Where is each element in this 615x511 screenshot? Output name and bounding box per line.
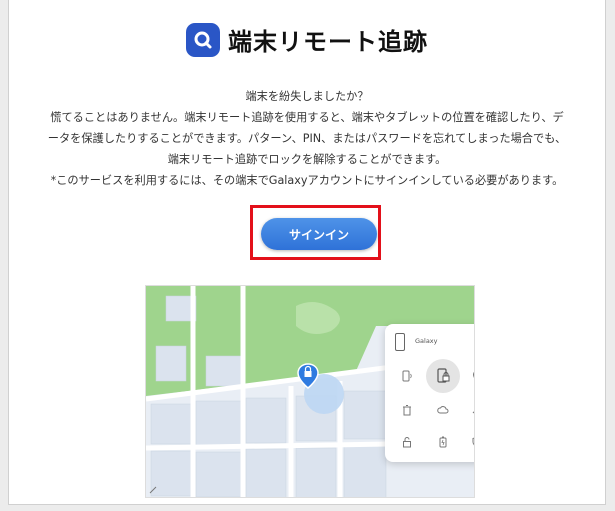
location-icon[interactable]	[467, 366, 474, 386]
lock-icon[interactable]	[426, 359, 460, 393]
erase-icon[interactable]	[397, 400, 417, 420]
track-icon[interactable]	[467, 400, 474, 420]
page: 端末リモート追跡 端末を紛失しましたか？ 慌てることはありません。端末リモート追…	[8, 0, 606, 505]
shield-icon[interactable]	[467, 432, 474, 452]
battery-icon[interactable]	[433, 432, 453, 452]
description-line: ータを保護したりすることができます。パターン、PIN、またはパスワードを忘れてし…	[47, 132, 567, 145]
description-note: *このサービスを利用するには、その端末でGalaxyアカウントにサインインしてい…	[50, 174, 564, 187]
page-title: 端末リモート追跡	[228, 28, 428, 56]
unlock-icon[interactable]	[397, 432, 417, 452]
description: 端末を紛失しましたか？ 慌てることはありません。端末リモート追跡を使用すると、端…	[9, 86, 605, 191]
map-illustration: Galaxy	[145, 285, 475, 498]
device-panel: Galaxy	[385, 324, 474, 462]
phone-icon	[395, 333, 405, 351]
action-grid	[385, 358, 474, 458]
signin-button[interactable]: サインイン	[261, 218, 377, 250]
resize-handle-icon	[149, 486, 157, 494]
header: 端末リモート追跡	[9, 22, 605, 57]
backup-icon[interactable]	[433, 400, 453, 420]
description-line: 端末リモート追跡でロックを解除することができます。	[167, 153, 447, 166]
description-line: 慌てることはありません。端末リモート追跡を使用すると、端末やタブレットの位置を確…	[50, 111, 564, 124]
search-app-icon	[186, 22, 220, 57]
ring-icon[interactable]	[397, 366, 417, 386]
location-pin-icon	[296, 362, 320, 396]
description-line: 端末を紛失しましたか？	[245, 90, 369, 103]
device-name: Galaxy	[415, 337, 438, 345]
